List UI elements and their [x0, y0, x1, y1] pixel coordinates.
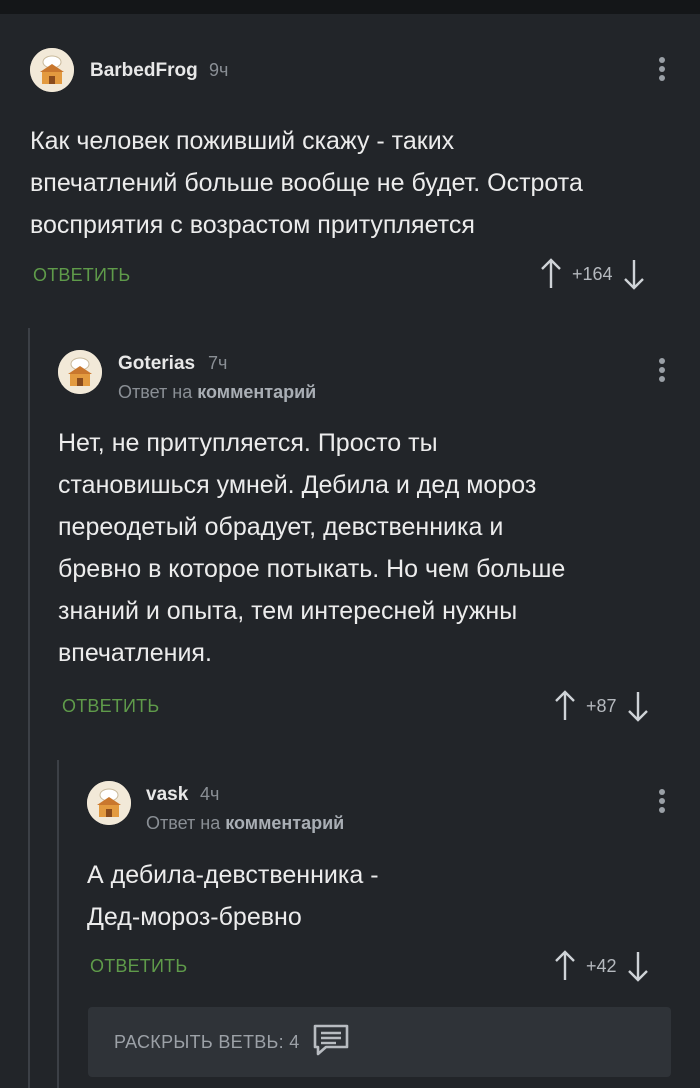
reply-to: Ответ на комментарий	[118, 382, 316, 403]
vote-score: +42	[586, 955, 617, 976]
comment-line: Нет, не притупляется. Просто ты	[58, 429, 438, 457]
avatar-icon	[30, 48, 74, 92]
reply-to: Ответ на комментарий	[146, 813, 344, 834]
vote-score: +87	[586, 695, 617, 716]
top-bar	[0, 0, 700, 14]
comment-line: переодетый обрадует, девственника и	[58, 513, 504, 541]
expand-branch-label: РАСКРЫТЬ ВЕТВЬ: 4	[114, 1031, 300, 1052]
vote-score: +164	[572, 263, 613, 284]
thread-line-level-1[interactable]	[28, 328, 30, 1088]
comment-text: Нет, не притупляется. Просто ты становиш…	[58, 422, 565, 674]
comment-line: Как человек поживший скажу - таких	[30, 127, 455, 155]
arrow-down-icon[interactable]	[623, 258, 645, 290]
reply-button[interactable]: ОТВЕТИТЬ	[62, 696, 159, 717]
reply-button[interactable]: ОТВЕТИТЬ	[33, 265, 130, 286]
author-name[interactable]: vask	[146, 784, 188, 806]
reply-to-link[interactable]: комментарий	[225, 813, 344, 833]
thread-line-level-2[interactable]	[57, 760, 59, 1088]
vote-controls: +42	[554, 950, 649, 982]
comment-line: бревно в которое потыкать. Но чем больше	[58, 555, 566, 583]
author-name[interactable]: BarbedFrog	[90, 60, 198, 82]
comment-line: знаний и опыта, тем интересней нужны	[58, 597, 518, 625]
reply-to-link[interactable]: комментарий	[197, 382, 316, 402]
avatar[interactable]	[87, 781, 131, 825]
comment-text: Как человек поживший скажу - таких впеча…	[30, 120, 583, 246]
more-vertical-icon[interactable]	[658, 57, 666, 85]
more-vertical-icon[interactable]	[658, 789, 666, 817]
avatar-icon	[58, 350, 102, 394]
arrow-up-icon[interactable]	[540, 258, 562, 290]
reply-to-prefix: Ответ на	[146, 813, 221, 833]
comment-line: Дед-мороз-бревно	[87, 903, 302, 931]
arrow-up-icon[interactable]	[554, 950, 576, 982]
comment-line: становишься умней. Дебила и дед мороз	[58, 471, 537, 499]
avatar[interactable]	[30, 48, 74, 92]
comments-icon	[312, 1023, 350, 1062]
comment-line: восприятия с возрастом притупляется	[30, 211, 475, 239]
expand-branch-button[interactable]: РАСКРЫТЬ ВЕТВЬ: 4	[88, 1007, 671, 1077]
arrow-up-icon[interactable]	[554, 690, 576, 722]
arrow-down-icon[interactable]	[627, 690, 649, 722]
comment-line: А дебила-девственника -	[87, 861, 379, 889]
comment-line: впечатлений больше вообще не будет. Остр…	[30, 169, 583, 197]
author-name[interactable]: Goterias	[118, 353, 195, 375]
arrow-down-icon[interactable]	[627, 950, 649, 982]
comment-text: А дебила-девственника - Дед-мороз-бревно	[87, 854, 379, 938]
vote-controls: +87	[554, 690, 649, 722]
reply-to-prefix: Ответ на	[118, 382, 193, 402]
comment-line: впечатления.	[58, 639, 212, 667]
vote-controls: +164	[540, 258, 645, 290]
timestamp: 7ч	[208, 353, 228, 373]
timestamp: 4ч	[200, 784, 220, 804]
reply-button[interactable]: ОТВЕТИТЬ	[90, 956, 187, 977]
avatar[interactable]	[58, 350, 102, 394]
more-vertical-icon[interactable]	[658, 358, 666, 386]
avatar-icon	[87, 781, 131, 825]
timestamp: 9ч	[209, 60, 229, 80]
